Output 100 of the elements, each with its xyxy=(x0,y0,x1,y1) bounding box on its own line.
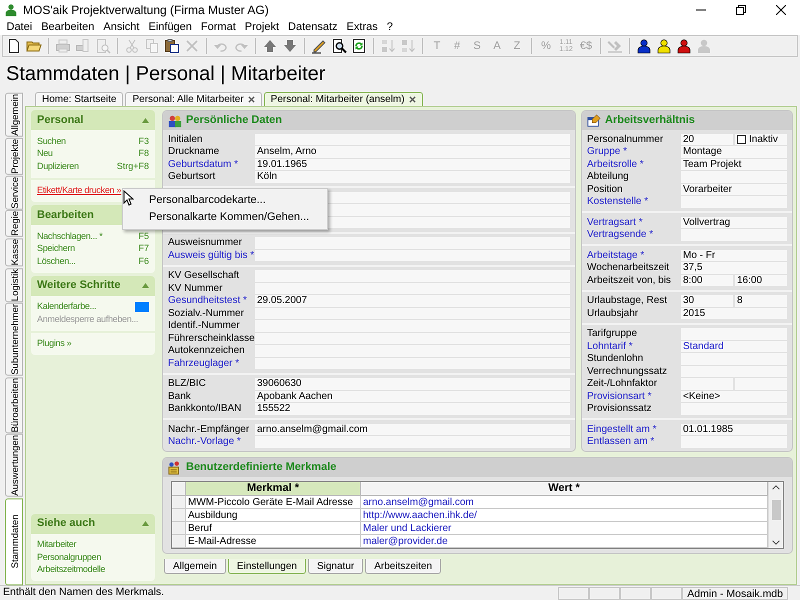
input-field[interactable]: 2015 xyxy=(681,308,787,319)
field-label: Gesundheitstest * xyxy=(168,294,247,308)
input-field[interactable]: 16:00 xyxy=(735,274,787,286)
input-field[interactable]: 20 xyxy=(681,134,733,145)
refresh-icon[interactable] xyxy=(351,38,367,54)
task-link[interactable]: Nachschlagen... * xyxy=(37,230,102,243)
side-tab[interactable]: Kasse xyxy=(5,238,23,266)
section-header[interactable]: Weitere Schritte xyxy=(31,276,155,296)
input-field[interactable]: 8 xyxy=(735,295,787,306)
side-tab[interactable]: Allgemein xyxy=(5,93,23,137)
side-tab[interactable]: Subunternehmer xyxy=(5,302,23,376)
up-arrow-icon[interactable] xyxy=(262,38,278,54)
row-header[interactable] xyxy=(172,535,186,548)
task-link[interactable]: Löschen... xyxy=(37,254,76,268)
row-header[interactable] xyxy=(172,509,186,522)
scroll-down-icon[interactable] xyxy=(772,540,780,545)
side-tab[interactable]: Büroarbeiten xyxy=(5,376,23,433)
task-link[interactable]: Etikett/Karte drucken » xyxy=(37,184,122,198)
collapse-icon[interactable] xyxy=(142,521,149,526)
input-field[interactable]: 30 xyxy=(681,295,733,306)
input-field[interactable]: Team Projekt xyxy=(681,158,787,170)
paste-icon[interactable] xyxy=(164,38,180,54)
task-link[interactable]: Speichern xyxy=(37,242,75,256)
table-cell: Ausbildung xyxy=(186,509,361,522)
page-heading: Stammdaten | Personal | Mitarbeiter xyxy=(6,62,326,87)
input-field[interactable]: <Keine> xyxy=(681,390,787,402)
input-field[interactable]: 29.05.2007 xyxy=(255,295,570,306)
side-tab[interactable]: Auswertungen xyxy=(5,434,23,497)
collapse-icon[interactable] xyxy=(142,283,149,288)
document-pencil-icon xyxy=(587,114,601,128)
menu-item[interactable]: ? xyxy=(382,19,398,36)
close-icon[interactable] xyxy=(776,5,786,15)
task-link[interactable]: Mitarbeiter xyxy=(37,538,76,552)
side-tab[interactable]: Service xyxy=(5,176,23,210)
collapse-icon[interactable] xyxy=(142,118,149,122)
close-icon[interactable] xyxy=(248,96,255,103)
bottom-tab[interactable]: Signatur xyxy=(308,559,364,574)
bottom-tab[interactable]: Allgemein xyxy=(164,559,226,574)
column-header[interactable]: Wert * xyxy=(361,482,768,496)
input-field[interactable]: 155522 xyxy=(255,403,570,414)
menu-item[interactable]: Datei xyxy=(2,19,37,36)
document-tab[interactable]: Personal: Mitarbeiter (anselm) xyxy=(264,92,423,106)
restore-icon[interactable] xyxy=(736,5,746,15)
side-tab[interactable]: Stammdaten xyxy=(5,498,23,585)
menu-item[interactable]: Bearbeiten xyxy=(36,19,99,36)
panel-title: Benutzerdefinierte Merkmale xyxy=(186,460,336,476)
pencil-icon[interactable] xyxy=(311,38,327,54)
input-field[interactable]: Vorarbeiter xyxy=(681,184,787,195)
input-field[interactable]: Mo - Fr xyxy=(681,250,787,261)
down-arrow-icon[interactable] xyxy=(282,38,298,54)
input-field[interactable]: 39060630 xyxy=(255,378,570,390)
close-icon[interactable] xyxy=(408,96,416,103)
field-label: Entlassen am * xyxy=(587,435,654,450)
menu-item[interactable]: Projekt xyxy=(240,19,284,36)
new-document-icon[interactable] xyxy=(6,38,22,54)
input-field[interactable]: Anselm, Arno xyxy=(255,146,570,158)
menu-item[interactable]: Extras xyxy=(342,19,382,36)
task-link[interactable]: Kalenderfarbe... xyxy=(37,300,96,314)
document-tab[interactable]: Personal: Alle Mitarbeiter xyxy=(125,92,262,106)
input-field[interactable]: Standard xyxy=(681,340,787,352)
checkbox[interactable] xyxy=(737,134,746,144)
person-icon[interactable] xyxy=(636,38,652,54)
input-field[interactable]: Vollvertrag xyxy=(681,216,787,228)
column-header[interactable]: Merkmal * xyxy=(186,482,361,496)
task-link[interactable]: Personalgruppen xyxy=(37,550,102,564)
input-field[interactable]: Apobank Aachen xyxy=(255,390,570,402)
side-tab[interactable]: Logistik xyxy=(5,268,23,302)
document-tab[interactable]: Home: Startseite xyxy=(35,92,124,106)
task-link[interactable]: Suchen xyxy=(37,134,66,148)
input-field[interactable]: Montage xyxy=(681,146,787,158)
input-field[interactable]: 8:00 xyxy=(681,274,733,286)
menu-item[interactable]: Einfügen xyxy=(144,19,196,36)
field-label: Provisionsart * xyxy=(587,390,652,404)
scroll-up-icon[interactable] xyxy=(772,485,780,490)
task-link[interactable]: Duplizieren xyxy=(37,160,79,173)
section-header[interactable]: Personal xyxy=(31,110,155,130)
input-field[interactable]: 19.01.1965 xyxy=(255,158,570,170)
row-header[interactable] xyxy=(172,496,186,509)
side-tab[interactable]: Projekte xyxy=(5,138,23,175)
section-header[interactable]: Siehe auch xyxy=(31,514,155,534)
row-header[interactable] xyxy=(172,522,186,535)
menu-item[interactable]: Format xyxy=(196,19,240,36)
person-icon[interactable] xyxy=(676,38,692,54)
input-field[interactable]: 01.01.1985 xyxy=(681,424,787,435)
menu-item[interactable]: Ansicht xyxy=(98,19,144,36)
input-field[interactable]: Köln xyxy=(255,171,570,182)
scrollbar-thumb[interactable] xyxy=(772,500,780,520)
person-icon[interactable] xyxy=(656,38,672,54)
input-field[interactable]: 37,5 xyxy=(681,262,787,274)
menu-item[interactable]: Datensatz xyxy=(284,19,342,36)
search-icon[interactable] xyxy=(331,38,347,54)
task-link[interactable]: Arbeitszeitmodelle xyxy=(37,563,106,576)
task-link[interactable]: Plugins » xyxy=(37,337,72,350)
field-label: Geburtsort xyxy=(168,170,216,184)
bottom-tab[interactable]: Einstellungen xyxy=(228,559,306,574)
input-field[interactable]: arno.anselm@gmail.com xyxy=(255,424,570,435)
side-tab[interactable]: Regie xyxy=(5,210,23,238)
color-swatch[interactable] xyxy=(135,302,149,312)
task-link[interactable]: Neu xyxy=(37,147,53,160)
bottom-tab[interactable]: Arbeitszeiten xyxy=(365,559,442,574)
